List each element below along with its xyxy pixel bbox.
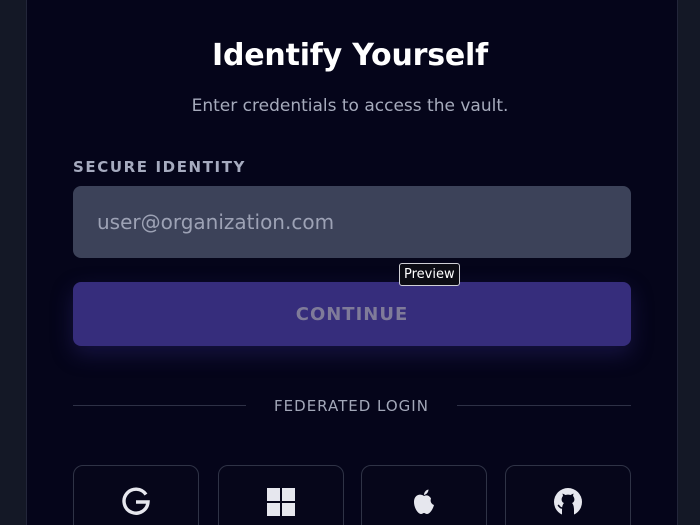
apple-icon bbox=[408, 486, 440, 518]
preview-tooltip: Preview bbox=[399, 263, 460, 286]
google-login-button[interactable] bbox=[73, 465, 199, 525]
continue-button[interactable]: CONTINUE bbox=[73, 282, 631, 346]
federated-login-divider-label: FEDERATED LOGIN bbox=[274, 397, 429, 415]
identity-field-label: SECURE IDENTITY bbox=[73, 158, 246, 176]
page-title: Identify Yourself bbox=[212, 38, 488, 73]
apple-login-button[interactable] bbox=[361, 465, 487, 525]
page-subtitle: Enter credentials to access the vault. bbox=[191, 96, 509, 116]
github-login-button[interactable] bbox=[505, 465, 631, 525]
login-card bbox=[26, 0, 678, 525]
email-field[interactable] bbox=[73, 186, 631, 258]
page: Identify Yourself Enter credentials to a… bbox=[0, 0, 700, 525]
divider-line-left bbox=[73, 405, 246, 406]
divider-line-right bbox=[457, 405, 631, 406]
microsoft-login-button[interactable] bbox=[218, 465, 344, 525]
google-icon bbox=[120, 486, 152, 518]
github-icon bbox=[552, 486, 584, 518]
windows-icon bbox=[265, 486, 297, 518]
